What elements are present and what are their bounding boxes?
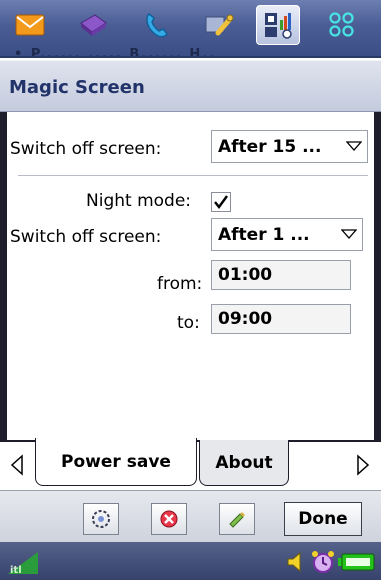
night-mode-row: Night mode:	[86, 191, 191, 211]
close-icon	[160, 510, 178, 528]
restore-button[interactable]	[83, 503, 119, 535]
volume-icon[interactable]	[286, 551, 306, 573]
messages-icon[interactable]	[8, 5, 52, 45]
section-divider	[18, 175, 368, 176]
close-button[interactable]	[151, 503, 187, 535]
tools-icon[interactable]	[197, 5, 241, 45]
from-row: from:	[157, 274, 202, 294]
night-switch-off-row: Switch off screen:	[10, 227, 161, 247]
from-label: from:	[157, 274, 203, 294]
launcher-hidden-label: • P...... ..... B...... H..	[14, 47, 217, 58]
svg-text:itl: itl	[10, 565, 22, 576]
tab-about[interactable]: About	[199, 440, 289, 486]
to-time-field[interactable]: 09:00	[211, 304, 351, 334]
night-mode-checkbox[interactable]	[211, 192, 231, 212]
tab-scroll-left-icon[interactable]	[6, 450, 28, 480]
signal-strength-icon: itl	[8, 552, 38, 576]
night-switch-off-dropdown[interactable]: After 1 ...	[211, 218, 363, 251]
alarm-clock-icon[interactable]	[310, 549, 336, 575]
done-button[interactable]: Done	[284, 502, 362, 536]
to-row: to:	[177, 313, 200, 333]
app-launcher-bar: • P...... ..... B...... H..	[0, 0, 381, 58]
status-bar: itl	[0, 542, 381, 580]
window-left-border	[0, 112, 7, 440]
switch-off-label: Switch off screen:	[10, 139, 162, 159]
window-title-bar: Magic Screen	[0, 60, 381, 112]
phone-icon[interactable]	[134, 5, 178, 45]
contacts-icon[interactable]	[71, 5, 115, 45]
multimedia-icon[interactable]	[256, 5, 300, 45]
tab-strip: Power save About	[0, 438, 381, 490]
switch-off-row: Switch off screen:	[10, 139, 161, 159]
restore-icon	[92, 510, 110, 528]
window-right-border	[374, 112, 381, 440]
night-mode-label: Night mode:	[86, 191, 192, 211]
edit-button[interactable]	[219, 503, 255, 535]
battery-icon	[338, 553, 375, 571]
tab-power-save[interactable]: Power save	[35, 438, 197, 486]
grid-menu-icon[interactable]	[320, 5, 364, 45]
to-label: to:	[177, 313, 200, 333]
switch-off-dropdown[interactable]: After 15 ...	[211, 130, 368, 163]
night-switch-off-value: After 1 ...	[218, 224, 310, 245]
checkmark-icon	[214, 195, 228, 209]
button-bar: Done	[0, 490, 381, 542]
chevron-down-icon	[346, 141, 362, 151]
settings-panel: Switch off screen: After 15 ... Night mo…	[7, 112, 374, 440]
tab-scroll-right-icon[interactable]	[352, 450, 374, 480]
edit-icon	[229, 512, 245, 528]
from-time-field[interactable]: 01:00	[211, 260, 351, 290]
switch-off-value: After 15 ...	[218, 136, 322, 157]
page-title: Magic Screen	[9, 77, 145, 98]
night-switch-off-label: Switch off screen:	[10, 227, 162, 247]
chevron-down-icon	[341, 229, 357, 239]
